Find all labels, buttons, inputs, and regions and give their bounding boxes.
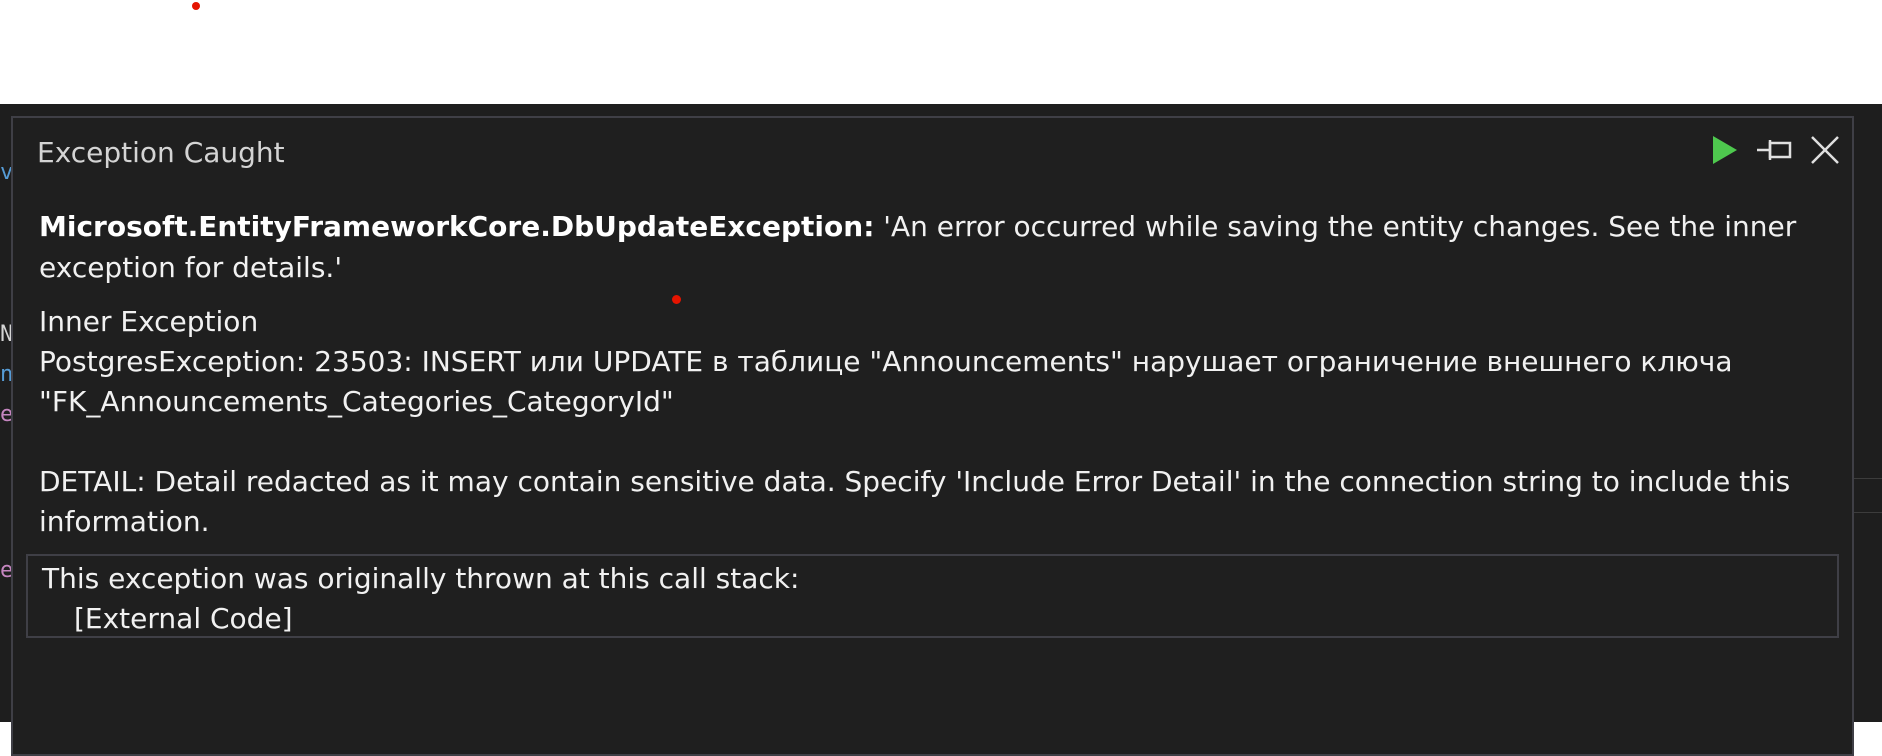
editor-divider: [1854, 478, 1882, 479]
close-button[interactable]: [1805, 130, 1845, 170]
pin-icon: [1757, 140, 1792, 160]
exception-helper-popup: Exception Caught Microsoft.EntityFramewo…: [11, 116, 1854, 756]
top-area: [0, 0, 1882, 104]
exception-type: Microsoft.EntityFrameworkCore.DbUpdateEx…: [39, 210, 875, 243]
close-icon: [1811, 136, 1839, 164]
exception-message: Microsoft.EntityFrameworkCore.DbUpdateEx…: [39, 206, 1829, 288]
inner-exception-title: Inner Exception: [39, 305, 259, 338]
editor-divider: [1854, 512, 1882, 513]
pin-button[interactable]: [1755, 130, 1795, 170]
red-marker-dot: [192, 2, 200, 10]
call-stack-frame[interactable]: [External Code]: [74, 600, 293, 638]
call-stack-header: This exception was originally thrown at …: [42, 562, 800, 595]
continue-button[interactable]: [1704, 130, 1744, 170]
play-icon: [1713, 136, 1737, 164]
inner-exception-body[interactable]: PostgresException: 23503: INSERT или UPD…: [39, 342, 1829, 542]
red-marker-dot: [672, 295, 681, 304]
call-stack-box[interactable]: This exception was originally thrown at …: [26, 554, 1839, 638]
popup-title: Exception Caught: [37, 136, 285, 169]
